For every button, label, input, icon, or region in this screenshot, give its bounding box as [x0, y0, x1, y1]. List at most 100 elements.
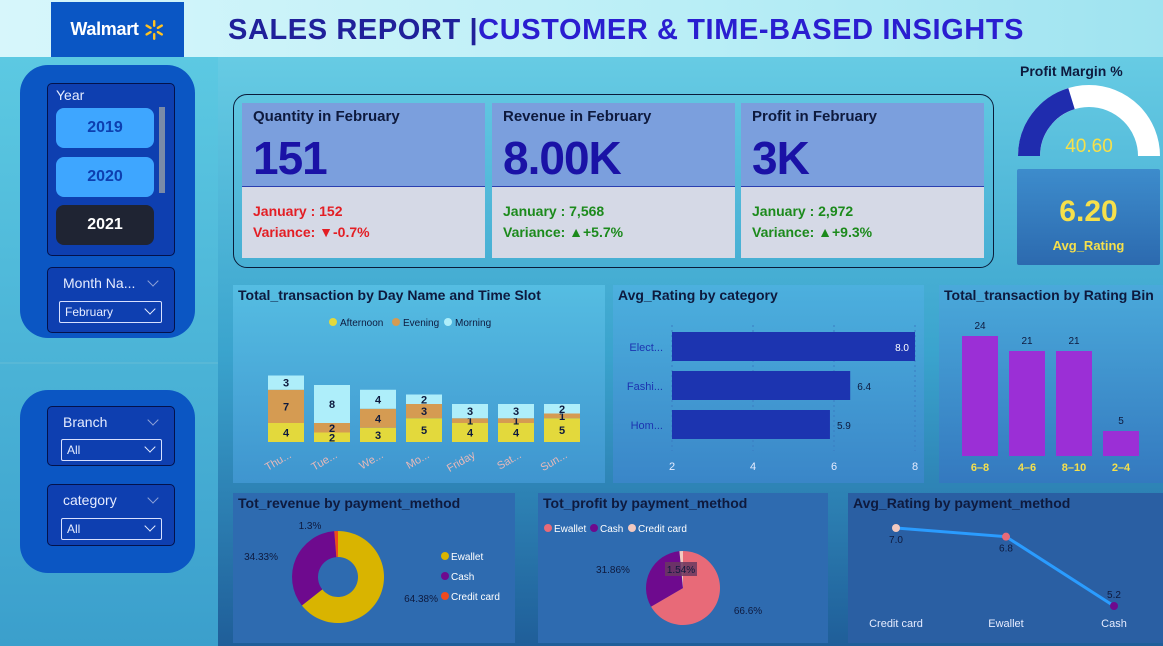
y-tick-label: Elect... [629, 342, 663, 354]
legend-label: Credit card [638, 524, 687, 535]
bar[interactable] [1056, 351, 1092, 456]
category-dropdown-value: All [67, 522, 81, 536]
data-label: 1.3% [299, 521, 322, 532]
rating-by-payment-chart[interactable]: Avg_Rating by payment_method 7.0 Credit c… [848, 493, 1163, 643]
x-tick-label: 8 [912, 461, 918, 473]
x-tick-label: 4–6 [1018, 462, 1036, 474]
x-tick-label: 6–8 [971, 462, 989, 474]
data-label: 66.6% [734, 606, 762, 617]
legend-label: Evening [403, 318, 439, 329]
kpi-value: 151 [253, 132, 328, 184]
year-slicer-label: Year [56, 87, 85, 103]
data-label: 6.4 [857, 382, 871, 393]
x-tick-label: Sun... [539, 449, 570, 474]
year-option-2020[interactable]: 2020 [56, 157, 154, 197]
line-point[interactable] [1110, 602, 1118, 610]
transactions-by-day-chart[interactable]: Total_transaction by Day Name and Time S… [233, 285, 605, 483]
data-label: 4 [375, 394, 382, 406]
data-label: 8.0 [895, 343, 909, 354]
legend-label: Afternoon [340, 318, 383, 329]
avg-rating-value: 6.20 [1059, 195, 1118, 228]
year-option-2021[interactable]: 2021 [56, 205, 154, 245]
profit-margin-gauge: 40.60 [1018, 85, 1160, 157]
revenue-by-payment-chart[interactable]: Tot_revenue by payment_method 64.38% 34.3… [233, 493, 515, 643]
line-plot: 7.0 Credit card 6.8 Ewallet 5.2 Cash [869, 524, 1127, 630]
transactions-by-rating-bin-chart[interactable]: Total_transaction by Rating Bin 24 6–8 21 4… [939, 285, 1163, 483]
data-label: 31.86% [596, 565, 630, 576]
x-tick-label: 4 [750, 461, 756, 473]
data-label: 24 [974, 321, 986, 332]
column-plot: 24 6–8 21 4–6 21 8–10 5 2–4 [962, 321, 1139, 474]
data-label: 5.2 [1107, 590, 1121, 601]
kpi-value: 3K [752, 132, 810, 184]
walmart-logo: Walmart [51, 2, 184, 57]
title-part2: CUSTOMER & TIME-BASED INSIGHTS [478, 14, 1025, 46]
data-label: 2 [329, 423, 335, 435]
bar[interactable] [672, 371, 851, 400]
data-label: 7.0 [889, 535, 903, 546]
kpi-title: Profit in February [752, 108, 878, 125]
year-slicer-scrollbar[interactable] [159, 107, 165, 193]
x-tick-label: Cash [1101, 618, 1127, 630]
data-label: 5.9 [837, 421, 851, 432]
spark-icon [145, 19, 163, 40]
data-label: 5 [1118, 416, 1124, 427]
legend-swatch [441, 592, 449, 600]
month-slicer-label: Month Na... [63, 275, 136, 291]
kpi-value: 8.00K [503, 132, 622, 184]
data-label: 4 [513, 428, 520, 440]
x-tick-label: We... [357, 449, 385, 472]
data-label: 3 [375, 430, 381, 442]
line-point[interactable] [1002, 532, 1010, 541]
gauge-value: 40.60 [1065, 136, 1113, 157]
pie-slice[interactable] [292, 531, 337, 606]
profit-by-payment-chart[interactable]: Tot_profit by payment_method Ewallet Cash… [538, 493, 828, 643]
month-dropdown-value: February [65, 305, 114, 319]
x-tick-label: 8–10 [1062, 462, 1086, 474]
rating-by-category-chart[interactable]: Avg_Rating by category 2 4 6 8 Elect... 8.0 Fa… [613, 285, 924, 483]
legend-swatch [628, 524, 636, 532]
y-tick-label: Hom... [631, 420, 663, 432]
x-tick-label: Friday [445, 449, 478, 475]
kpi-previous: January : 2,972 [752, 203, 854, 219]
kpi-previous: January : 7,568 [503, 203, 605, 219]
y-tick-label: Fashi... [627, 381, 663, 393]
logo-text: Walmart [70, 19, 139, 39]
bar[interactable] [962, 336, 998, 456]
data-label: 3 [467, 406, 473, 418]
legend-swatch [392, 318, 400, 326]
kpi-previous: January : 152 [253, 203, 343, 219]
legend-label: Cash [600, 524, 623, 535]
data-label: 3 [513, 406, 519, 418]
title-part1: SALES REPORT | [228, 14, 479, 46]
avg-rating-label: Avg_Rating [1052, 238, 1125, 253]
data-label: 5 [559, 425, 565, 437]
data-label: 3 [421, 406, 427, 418]
kpi-card-profit: Profit in February 3K January : 2,972 Va… [741, 103, 984, 258]
branch-slicer-label: Branch [63, 414, 108, 430]
legend-swatch [441, 572, 449, 580]
bar[interactable] [672, 332, 915, 361]
data-label: 1.54% [667, 565, 695, 576]
bar[interactable] [1103, 431, 1139, 456]
kpi-card-footer: January : 152 Variance: ▼-0.7% [242, 187, 485, 258]
data-label: 8 [329, 399, 335, 411]
data-label: 64.38% [404, 594, 438, 605]
kpi-card-quantity: Quantity in February 151 January : 152 V… [242, 103, 485, 258]
x-tick-label: 2 [669, 461, 675, 473]
line-point[interactable] [892, 524, 900, 532]
bar[interactable] [1009, 351, 1045, 456]
avg-rating-card: 6.20 Avg_Rating [1017, 169, 1160, 265]
legend-swatch [544, 524, 552, 532]
data-label: 4 [467, 428, 474, 440]
data-label: 21 [1021, 336, 1033, 347]
data-label: 2 [421, 394, 427, 406]
data-label: 3 [283, 378, 289, 390]
data-label: 5 [421, 425, 427, 437]
x-tick-label: Tue... [309, 449, 339, 473]
kpi-variance: Variance: ▼-0.7% [253, 224, 370, 240]
kpi-variance: Variance: ▲+9.3% [752, 224, 873, 240]
x-tick-label: Sat... [495, 449, 523, 472]
year-option-2019[interactable]: 2019 [56, 108, 154, 148]
bar[interactable] [672, 410, 830, 439]
